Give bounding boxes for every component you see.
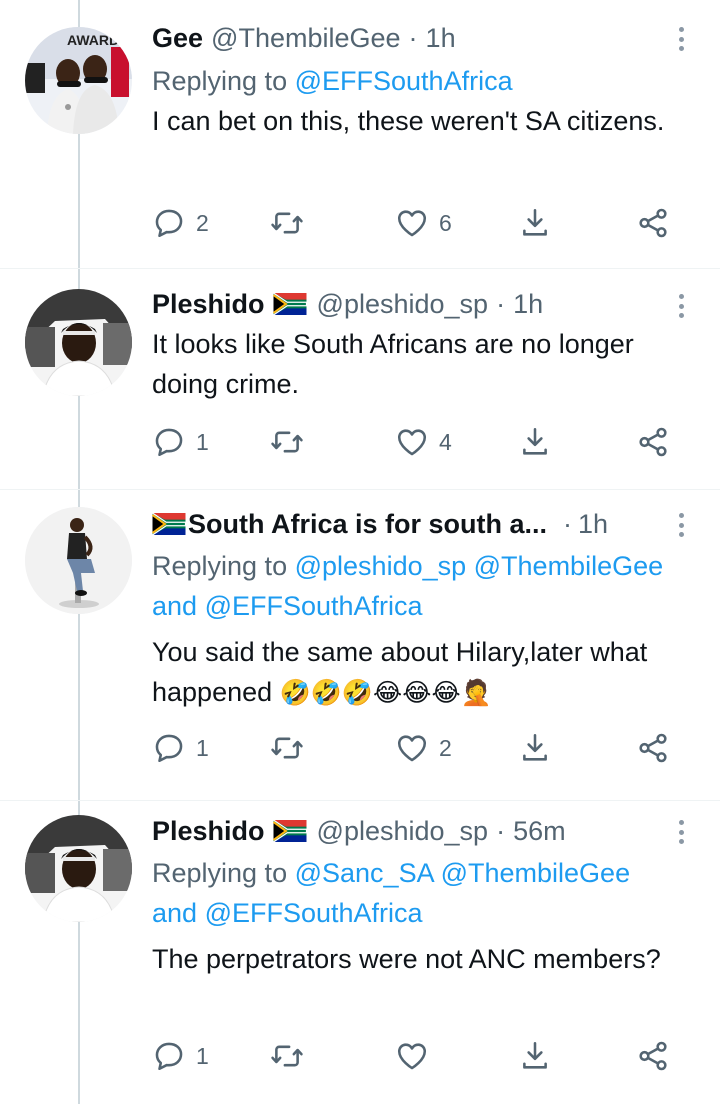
more-vertical-icon[interactable]	[672, 22, 690, 56]
reply-count: 1	[196, 428, 209, 455]
avatar[interactable]	[25, 507, 132, 614]
heart-icon	[395, 731, 429, 765]
like-count: 4	[439, 428, 452, 455]
replying-to: Replying to @EFFSouthAfrica	[152, 61, 668, 101]
retweet-button[interactable]	[270, 728, 304, 768]
tweet-text: You said the same about Hilary,later wha…	[152, 632, 668, 713]
avatar[interactable]	[25, 815, 132, 922]
share-button[interactable]	[518, 422, 552, 462]
share-via-button[interactable]	[636, 1036, 670, 1076]
share-via-button[interactable]	[636, 422, 670, 462]
replying-to-label: Replying to	[152, 551, 288, 581]
mention-link[interactable]: @EFFSouthAfrica	[205, 898, 423, 928]
timestamp[interactable]: 1h	[578, 506, 608, 542]
share-nodes-icon	[636, 206, 670, 240]
replying-to-label: Replying to	[152, 858, 288, 888]
display-name[interactable]: South Africa is for south a...	[188, 506, 547, 542]
more-vertical-icon[interactable]	[672, 815, 690, 849]
replying-to-label: Replying to	[152, 66, 288, 96]
share-icon	[518, 731, 552, 765]
share-icon	[518, 206, 552, 240]
retweet-button[interactable]	[270, 203, 304, 243]
heart-icon	[395, 1039, 429, 1073]
tweet-card[interactable]: AWARD BET Gee @ThembileGee · 1h Replying…	[0, 0, 720, 268]
reply-button[interactable]: 1	[152, 422, 209, 462]
reply-count: 1	[196, 734, 209, 761]
tweet-header: Gee @ThembileGee · 1h	[152, 20, 668, 56]
share-button[interactable]	[518, 203, 552, 243]
tweet-card[interactable]: Pleshido @pleshido_sp · 1h It looks like…	[0, 269, 720, 489]
like-button[interactable]: 2	[395, 728, 452, 768]
tweet-header: South Africa is for south a... · 1h	[152, 506, 668, 542]
south-africa-flag-icon	[273, 820, 307, 842]
share-nodes-icon	[636, 425, 670, 459]
retweet-icon	[270, 1039, 304, 1073]
tweet-text: The perpetrators were not ANC members?	[152, 944, 661, 974]
like-button[interactable]	[395, 1036, 439, 1076]
tweet-card[interactable]: Pleshido @pleshido_sp · 56m Replying to …	[0, 801, 720, 1104]
like-count: 2	[439, 734, 452, 761]
reply-icon	[152, 1039, 186, 1073]
mention-link[interactable]: @pleshido_sp @ThembileGee	[295, 551, 664, 581]
reply-button[interactable]: 1	[152, 1036, 209, 1076]
south-africa-flag-icon	[273, 293, 307, 315]
share-nodes-icon	[636, 731, 670, 765]
retweet-button[interactable]	[270, 1036, 304, 1076]
share-icon	[518, 425, 552, 459]
share-nodes-icon	[636, 1039, 670, 1073]
replying-to: Replying to @Sanc_SA @ThembileGee and @E…	[152, 853, 668, 933]
tweet-header: Pleshido @pleshido_sp · 1h	[152, 286, 668, 322]
tweet-header: Pleshido @pleshido_sp · 56m	[152, 813, 668, 849]
retweet-icon	[270, 425, 304, 459]
mention-link[interactable]: @EFFSouthAfrica	[205, 591, 423, 621]
mention-link[interactable]: @EFFSouthAfrica	[295, 66, 513, 96]
reply-icon	[152, 425, 186, 459]
user-handle[interactable]: @pleshido_sp	[317, 813, 489, 849]
display-name[interactable]: Pleshido	[152, 813, 265, 849]
reply-and-label: and	[152, 898, 198, 928]
retweet-icon	[270, 206, 304, 240]
tweet-card[interactable]: South Africa is for south a... · 1h Repl…	[0, 490, 720, 800]
share-via-button[interactable]	[636, 728, 670, 768]
like-count: 6	[439, 209, 452, 236]
display-name[interactable]: Gee	[152, 20, 203, 56]
emoji-group: 🤣🤣🤣😂😂😂🤦	[279, 678, 492, 707]
tweet-text: It looks like South Africans are no long…	[152, 329, 634, 399]
retweet-icon	[270, 731, 304, 765]
reply-button[interactable]: 1	[152, 728, 209, 768]
reply-count: 2	[196, 209, 209, 236]
replying-to: Replying to @pleshido_sp @ThembileGee an…	[152, 546, 668, 626]
avatar-award-text: AWARD BET	[67, 32, 132, 48]
user-handle[interactable]: @pleshido_sp	[317, 286, 489, 322]
timestamp[interactable]: 1h	[513, 286, 543, 322]
reply-count: 1	[196, 1042, 209, 1069]
share-button[interactable]	[518, 1036, 552, 1076]
timestamp[interactable]: 1h	[426, 20, 456, 56]
timestamp[interactable]: 56m	[513, 813, 566, 849]
more-vertical-icon[interactable]	[672, 508, 690, 542]
reply-icon	[152, 206, 186, 240]
reply-button[interactable]: 2	[152, 203, 209, 243]
avatar[interactable]	[25, 289, 132, 396]
south-africa-flag-icon	[152, 513, 186, 535]
more-vertical-icon[interactable]	[672, 289, 690, 323]
like-button[interactable]: 4	[395, 422, 452, 462]
share-button[interactable]	[518, 728, 552, 768]
reply-and-label: and	[152, 591, 198, 621]
avatar[interactable]: AWARD BET	[25, 27, 132, 134]
heart-icon	[395, 206, 429, 240]
retweet-button[interactable]	[270, 422, 304, 462]
mention-link[interactable]: @Sanc_SA @ThembileGee	[295, 858, 630, 888]
user-handle[interactable]: @ThembileGee	[211, 20, 401, 56]
like-button[interactable]: 6	[395, 203, 452, 243]
tweet-text: I can bet on this, these weren't SA citi…	[152, 106, 665, 136]
reply-icon	[152, 731, 186, 765]
display-name[interactable]: Pleshido	[152, 286, 265, 322]
share-icon	[518, 1039, 552, 1073]
share-via-button[interactable]	[636, 203, 670, 243]
heart-icon	[395, 425, 429, 459]
